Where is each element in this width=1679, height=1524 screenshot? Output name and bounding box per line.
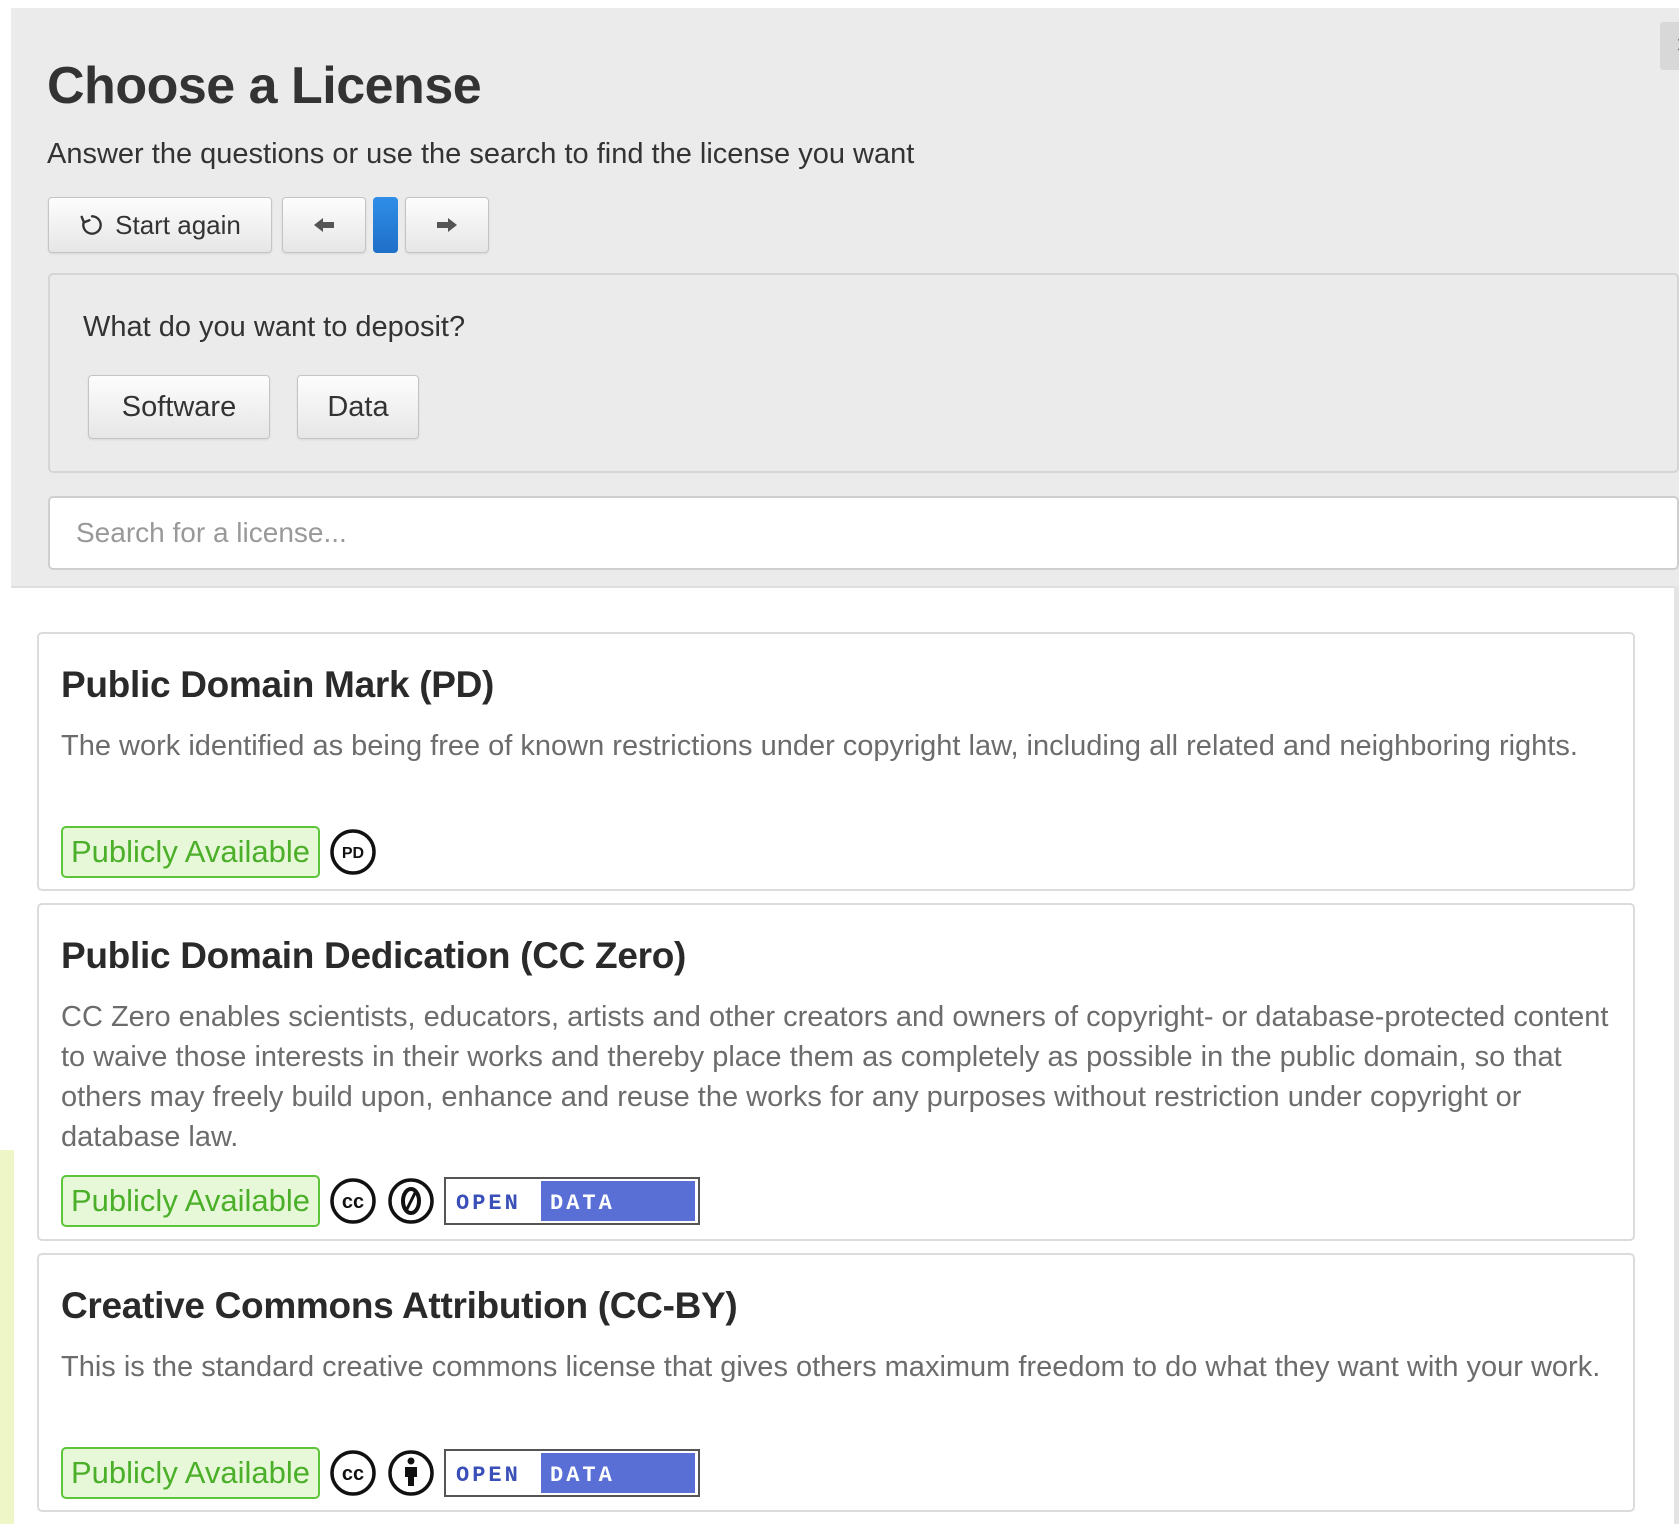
start-again-label: Start again [115,209,241,240]
license-badges: Publicly Available PD [61,826,378,878]
answer-software-button[interactable]: Software [88,375,270,439]
license-description: CC Zero enables scientists, educators, a… [61,1001,1609,1153]
svg-text:cc: cc [342,1191,364,1213]
license-title: Public Domain Mark (PD) [61,664,495,705]
license-description: This is the standard creative commons li… [61,1351,1601,1383]
arrow-right-icon [437,218,457,232]
license-card-cc-zero[interactable]: Public Domain Dedication (CC Zero) CC Ze… [37,903,1635,1241]
pd-icon: PD [330,829,376,875]
svg-text:PD: PD [342,845,364,862]
start-again-button[interactable]: Start again [48,197,272,253]
svg-text:cc: cc [342,1463,364,1485]
open-data-badge: OPEN DATA [443,1177,700,1225]
availability-badge: Publicly Available [61,1447,320,1499]
question-text: What do you want to deposit? [83,311,466,343]
license-description: The work identified as being free of kno… [61,730,1578,762]
cc-icon: cc [330,1450,376,1496]
refresh-icon [80,215,102,235]
question-progress-indicator [373,197,398,253]
attribution-icon [388,1450,434,1496]
arrow-left-icon [314,218,334,232]
license-chooser-dialog: × Choose a License Answer the questions … [0,0,1679,1524]
license-badges: Publicly Available cc OPEN DATA [61,1447,700,1499]
scrollbar-track[interactable] [1674,586,1679,1524]
open-data-badge: OPEN DATA [443,1449,700,1497]
dialog-title: Choose a License [47,57,482,115]
close-button[interactable]: × [1660,22,1679,70]
license-title: Public Domain Dedication (CC Zero) [61,935,687,976]
svg-text:OPEN: OPEN [456,1463,521,1488]
cc-icon: cc [330,1178,376,1224]
license-card-cc-by[interactable]: Creative Commons Attribution (CC-BY) Thi… [37,1253,1635,1512]
svg-text:DATA: DATA [550,1463,615,1488]
zero-icon [388,1178,434,1224]
question-panel: What do you want to deposit? Software Da… [48,273,1679,473]
license-card-pd[interactable]: Public Domain Mark (PD) The work identif… [37,632,1635,891]
next-question-button[interactable] [405,197,489,253]
dialog-subtitle: Answer the questions or use the search t… [47,138,915,170]
license-title: Creative Commons Attribution (CC-BY) [61,1285,738,1326]
availability-badge: Publicly Available [61,1175,320,1227]
answer-data-button[interactable]: Data [297,375,419,439]
license-badges: Publicly Available cc OPEN DATA [61,1175,700,1227]
dialog-header: × Choose a License Answer the questions … [11,8,1679,588]
license-search-input[interactable] [48,496,1679,570]
svg-text:DATA: DATA [550,1191,615,1216]
availability-badge: Publicly Available [61,826,320,878]
svg-text:OPEN: OPEN [456,1191,521,1216]
previous-question-button[interactable] [282,197,366,253]
